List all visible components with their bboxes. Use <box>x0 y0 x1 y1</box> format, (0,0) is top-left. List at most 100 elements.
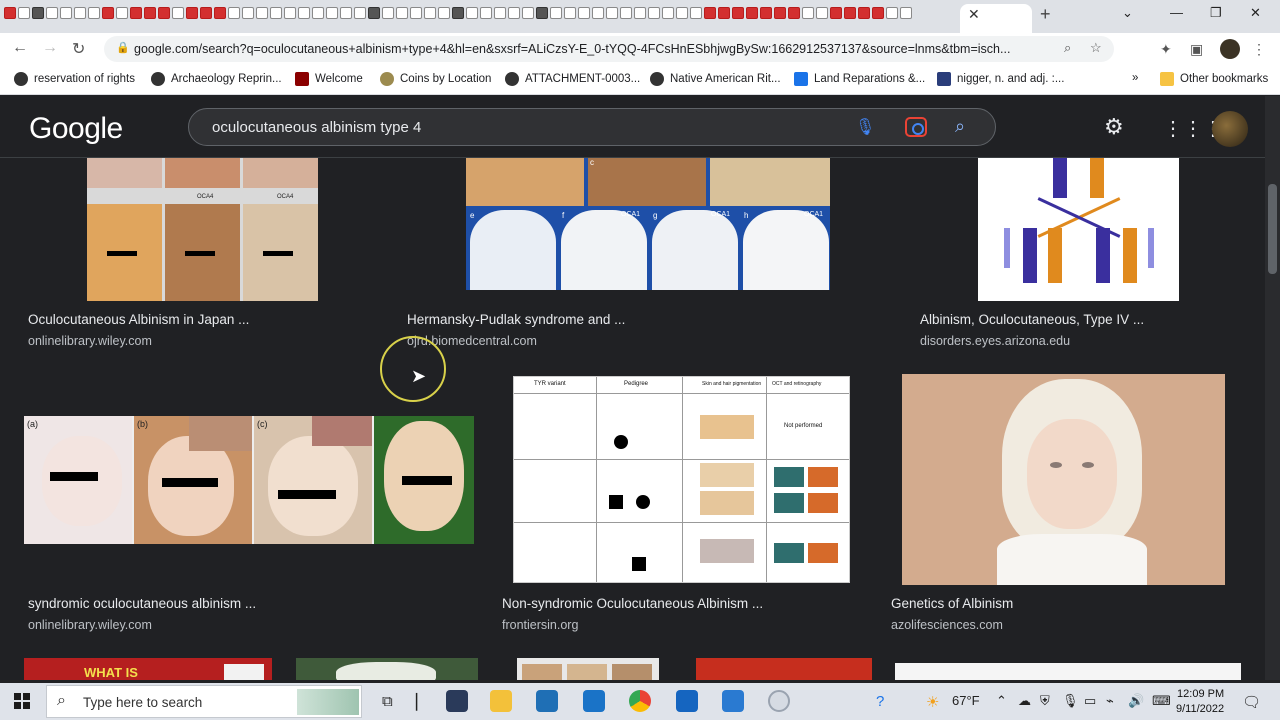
other-bookmarks[interactable]: Other bookmarks <box>1160 72 1268 86</box>
terminal-app-icon[interactable] <box>446 690 468 712</box>
result-image[interactable] <box>696 658 872 680</box>
mouse-pointer-icon: ➤ <box>411 366 427 386</box>
search-icon[interactable]: ⌕ <box>955 116 965 137</box>
result-title[interactable]: Oculocutaneous Albinism in Japan ... <box>28 312 249 327</box>
taskbar-search-box[interactable]: ⌕ Type here to search <box>46 685 362 718</box>
zoom-icon[interactable]: ⌕ <box>1064 40 1071 56</box>
cloud-icon[interactable]: ☁ <box>1018 693 1031 709</box>
site-icon <box>295 72 309 86</box>
keyboard-icon[interactable]: ⌨ <box>1152 693 1171 709</box>
new-tab-icon[interactable]: + <box>1040 4 1051 25</box>
result-image[interactable]: WHAT IS <box>24 658 272 680</box>
menu-icon[interactable]: ⋮ <box>1252 41 1266 58</box>
result-title[interactable]: Hermansky-Pudlak syndrome and ... <box>407 312 625 327</box>
help-icon[interactable]: ? <box>876 693 884 710</box>
child-face <box>268 436 358 536</box>
minimize-icon[interactable]: — <box>1170 5 1183 20</box>
site-icon <box>794 72 808 86</box>
bookmark-item[interactable]: ATTACHMENT-0003... <box>505 72 640 86</box>
bookmark-item[interactable]: nigger, n. and adj. :... <box>937 72 1064 86</box>
task-view-icon[interactable]: ⧉ <box>382 693 393 710</box>
tray-chevron-icon[interactable]: ⌃ <box>996 693 1007 709</box>
globe-icon <box>505 72 519 86</box>
taskbar-search-placeholder[interactable]: Type here to search <box>83 695 202 710</box>
bookmark-item[interactable]: Archaeology Reprin... <box>151 72 282 86</box>
file-explorer-icon[interactable] <box>490 690 512 712</box>
more-bookmarks[interactable]: » <box>1132 72 1138 84</box>
bookmark-item[interactable]: reservation of rights <box>14 72 135 86</box>
address-bar[interactable]: 🔒 google.com/search?q=oculocutaneous+alb… <box>104 36 1114 62</box>
result-image[interactable] <box>902 374 1225 585</box>
app-icon[interactable] <box>722 690 744 712</box>
camera-search-icon[interactable] <box>905 117 927 137</box>
google-account-avatar[interactable] <box>1212 111 1248 147</box>
result-image[interactable]: c e f g h OCA1 OCA1 OCA1 <box>466 158 830 290</box>
maximize-icon[interactable]: ❐ <box>1210 5 1222 21</box>
result-source[interactable]: onlinelibrary.wiley.com <box>28 618 152 632</box>
system-clock[interactable]: 12:09 PM 9/11/2022 <box>1176 687 1224 717</box>
coin-icon <box>380 72 394 86</box>
result-title[interactable]: Non-syndromic Oculocutaneous Albinism ..… <box>502 596 763 611</box>
chrome-icon[interactable] <box>629 690 651 712</box>
bookmark-item[interactable]: Coins by Location <box>380 72 491 86</box>
result-image[interactable]: (a) (b) (c) <box>24 416 474 544</box>
globe-icon <box>14 72 28 86</box>
windows-start-icon[interactable] <box>14 693 30 709</box>
forward-icon[interactable]: → <box>42 39 58 57</box>
result-image[interactable]: OCA4 OCA4 <box>87 158 318 301</box>
google-logo[interactable]: Google <box>29 112 123 146</box>
result-image[interactable] <box>978 158 1179 301</box>
app-icon[interactable] <box>768 690 790 712</box>
result-source[interactable]: azolifesciences.com <box>891 618 1003 632</box>
extensions-icon[interactable]: ✦ <box>1160 41 1172 58</box>
censor-bar <box>263 251 293 256</box>
result-image[interactable] <box>517 658 659 680</box>
network-icon[interactable]: ⌁ <box>1106 693 1114 709</box>
volume-icon[interactable]: 🔊 <box>1128 693 1144 709</box>
bookmark-item[interactable]: Welcome <box>295 72 363 86</box>
security-icon[interactable]: ⛨ <box>1040 693 1050 709</box>
search-box[interactable]: oculocutaneous albinism type 4 🎙 ⌕ <box>188 108 996 146</box>
result-title[interactable]: Genetics of Albinism <box>891 596 1013 611</box>
tab-favicons[interactable] <box>4 7 912 19</box>
result-title[interactable]: Albinism, Oculocutaneous, Type IV ... <box>920 312 1144 327</box>
side-panel-icon[interactable]: ▣ <box>1190 41 1203 58</box>
result-image[interactable] <box>895 663 1241 680</box>
close-window-icon[interactable]: ✕ <box>1250 5 1261 21</box>
folder-icon <box>1160 72 1174 86</box>
settings-gear-icon[interactable]: ⚙ <box>1104 114 1124 140</box>
mail-app-icon[interactable] <box>583 690 605 712</box>
result-image[interactable]: TYR variant Pedigree Skin and hair pigme… <box>513 376 850 583</box>
bookmark-item[interactable]: Land Reparations &... <box>794 72 925 86</box>
bookmark-item[interactable]: Native American Rit... <box>650 72 781 86</box>
app-icon[interactable] <box>676 690 698 712</box>
browser-profile-avatar[interactable] <box>1220 39 1240 59</box>
result-source[interactable]: disorders.eyes.arizona.edu <box>920 334 1070 348</box>
weather-temp[interactable]: 67°F <box>952 693 980 708</box>
microphone-icon[interactable]: 🎙 <box>855 117 875 137</box>
result-image[interactable] <box>296 658 478 680</box>
back-icon[interactable]: ← <box>12 39 28 57</box>
bookmark-star-icon[interactable]: ☆ <box>1090 40 1102 56</box>
child-face <box>42 436 122 526</box>
censor-bar <box>50 472 98 481</box>
result-source[interactable]: frontiersin.org <box>502 618 578 632</box>
store-app-icon[interactable] <box>536 690 558 712</box>
censor-bar <box>162 478 218 487</box>
notifications-icon[interactable]: 🗨 <box>1242 693 1261 711</box>
address-url[interactable]: google.com/search?q=oculocutaneous+albin… <box>134 42 1034 56</box>
scrollbar-thumb[interactable] <box>1268 184 1277 274</box>
result-title[interactable]: syndromic oculocutaneous albinism ... <box>28 596 256 611</box>
tab-close-icon[interactable]: ✕ <box>968 6 980 23</box>
tab-strip: ✕ + ⌄ — ❐ ✕ <box>0 0 1280 33</box>
reload-icon[interactable]: ↻ <box>72 39 85 59</box>
tab-search-icon[interactable]: ⌄ <box>1122 5 1133 21</box>
lock-icon[interactable]: 🔒 <box>116 41 130 54</box>
search-input[interactable]: oculocutaneous albinism type 4 <box>212 119 421 136</box>
page-scrollbar[interactable] <box>1265 96 1280 680</box>
display-icon[interactable]: ▭ <box>1084 693 1096 709</box>
result-source[interactable]: onlinelibrary.wiley.com <box>28 334 152 348</box>
microphone-icon[interactable]: 🎙 <box>1062 693 1079 709</box>
weather-icon[interactable]: ☀ <box>926 693 939 711</box>
search-highlight-image <box>297 689 359 715</box>
